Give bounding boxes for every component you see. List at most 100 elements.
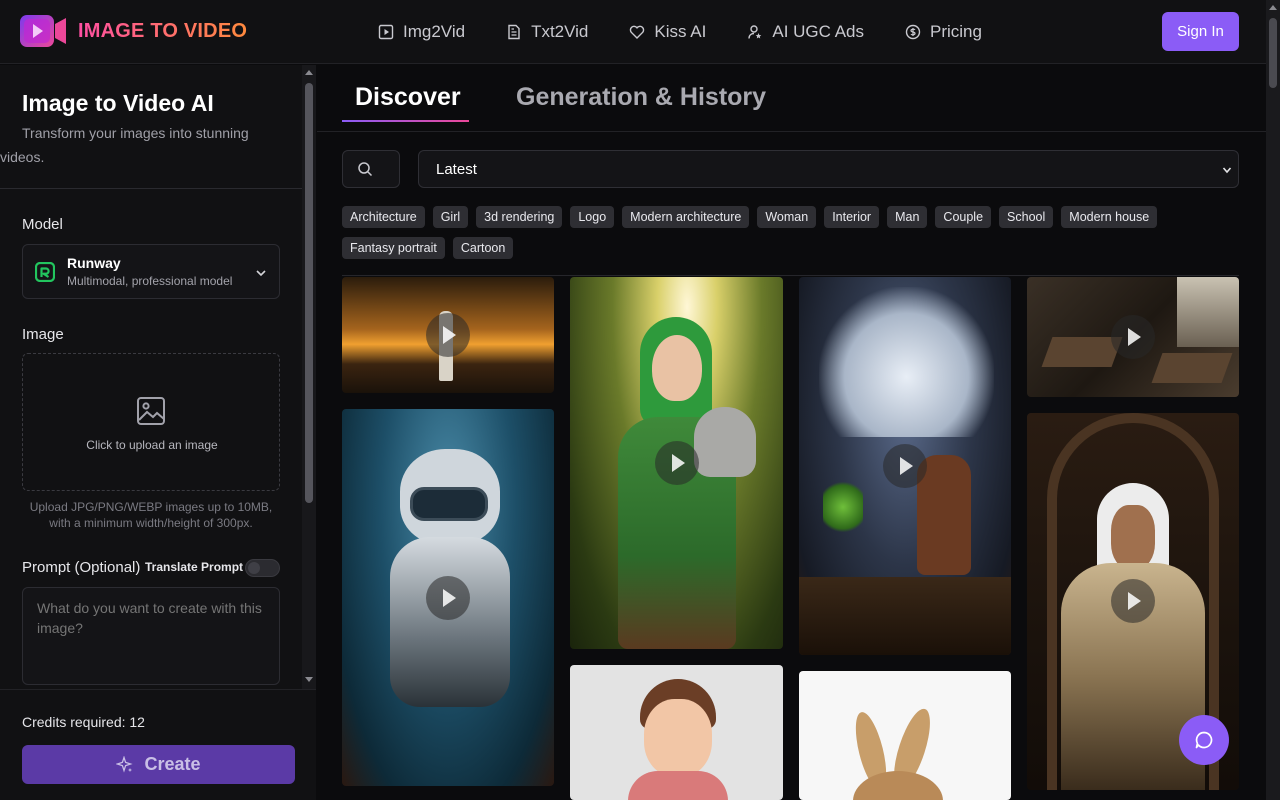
model-name: Runway — [67, 255, 121, 271]
nav-txt2vid[interactable]: Txt2Vid — [506, 20, 588, 44]
video-card-old-classroom[interactable] — [1027, 277, 1239, 397]
play-icon[interactable] — [883, 444, 927, 488]
credits-required: Credits required: 12 — [22, 714, 145, 730]
tag-chip[interactable]: Cartoon — [452, 237, 514, 259]
shoulder-armor-shape — [694, 407, 756, 477]
chat-bubble-icon — [1195, 731, 1213, 749]
divider — [0, 188, 302, 189]
play-icon[interactable] — [655, 441, 699, 485]
scroll-up-arrow-icon[interactable] — [1269, 5, 1277, 10]
scrollbar-thumb[interactable] — [1269, 18, 1277, 88]
face-shape — [1111, 505, 1155, 569]
tag-chip[interactable]: Modern house — [1061, 206, 1158, 228]
search-icon — [358, 162, 373, 177]
chevron-down-icon — [1222, 167, 1232, 174]
sign-in-button[interactable]: Sign In — [1162, 12, 1239, 51]
shirt-shape — [628, 771, 728, 800]
prompt-label: Prompt (Optional) — [22, 559, 141, 576]
tab-discover[interactable]: Discover — [342, 83, 469, 122]
desk-shape — [1151, 353, 1233, 383]
tag-chip[interactable]: Modern architecture — [622, 206, 750, 228]
brand-name: IMAGE TO VIDEO — [78, 19, 248, 42]
play-icon[interactable] — [1111, 579, 1155, 623]
sidebar-title: Image to Video AI — [22, 90, 214, 116]
scroll-up-arrow-icon[interactable] — [305, 70, 313, 75]
tag-chip[interactable]: Architecture — [342, 206, 425, 228]
video-card-diver-cat[interactable] — [342, 409, 554, 786]
tag-chip[interactable]: Man — [887, 206, 928, 228]
prompt-textarea[interactable] — [22, 587, 280, 685]
nav-ai-ugc-ads[interactable]: AI UGC Ads — [747, 20, 864, 44]
upload-hint: Upload JPG/PNG/WEBP images up to 10MB, w… — [29, 500, 273, 530]
video-card-rabbit[interactable] — [799, 671, 1011, 800]
nav-pricing[interactable]: Pricing — [905, 20, 982, 44]
model-label: Model — [22, 216, 63, 233]
tag-filter-list: Architecture Girl 3d rendering Logo Mode… — [342, 206, 1242, 259]
video-card-eagle-farmer[interactable] — [799, 277, 1011, 655]
soil-shape — [799, 577, 1011, 655]
video-card-elf-warrior[interactable] — [570, 277, 783, 649]
tag-chip[interactable]: Couple — [935, 206, 992, 228]
sort-select[interactable]: Latest — [418, 150, 1239, 188]
document-icon — [508, 24, 520, 40]
runway-logo-icon — [35, 262, 55, 282]
scroll-down-arrow-icon[interactable] — [305, 677, 313, 682]
tag-chip[interactable]: Girl — [432, 206, 469, 228]
create-footer: Credits required: 12 Create — [0, 689, 316, 800]
diver-body-shape — [390, 537, 510, 707]
main-nav: Img2Vid Txt2Vid Kiss AI AI UGC Ads Prici… — [378, 20, 1023, 44]
play-square-icon — [378, 24, 394, 40]
window-shape — [1177, 277, 1239, 347]
nav-kiss-ai[interactable]: Kiss AI — [629, 20, 706, 44]
image-icon — [137, 397, 165, 425]
tag-chip[interactable]: 3d rendering — [476, 206, 563, 228]
model-description: Multimodal, professional model — [67, 274, 233, 288]
tag-chip[interactable]: School — [999, 206, 1054, 228]
image-label: Image — [22, 326, 64, 343]
image-upload-dropzone[interactable]: Click to upload an image — [22, 353, 280, 491]
brand-logo[interactable]: IMAGE TO VIDEO — [18, 12, 247, 50]
nav-label: Pricing — [930, 22, 982, 41]
video-card-desert-sunset[interactable] — [342, 277, 554, 393]
tag-chip[interactable]: Fantasy portrait — [342, 237, 445, 259]
wings-shape — [819, 287, 994, 437]
tag-chip[interactable]: Woman — [757, 206, 817, 228]
nav-label: Kiss AI — [654, 22, 707, 41]
sort-value: Latest — [436, 161, 477, 178]
sidebar-subtitle: Transform your images into stunning vide… — [0, 125, 249, 165]
play-icon[interactable] — [426, 313, 470, 357]
tab-bar: Discover Generation & History — [317, 65, 1266, 132]
dollar-circle-icon — [905, 24, 921, 40]
goggles-shape — [410, 487, 488, 521]
chevron-down-icon — [256, 270, 266, 277]
desk-shape — [1041, 337, 1123, 367]
nav-label: Txt2Vid — [531, 22, 589, 41]
sidebar-scrollbar[interactable] — [302, 65, 316, 689]
generator-sidebar: Image to Video AI Transform your images … — [0, 65, 316, 800]
play-icon[interactable] — [426, 576, 470, 620]
video-card-cartoon-boy[interactable] — [570, 665, 783, 800]
create-label: Create — [144, 754, 201, 774]
play-icon[interactable] — [1111, 315, 1155, 359]
page-scrollbar[interactable] — [1266, 0, 1280, 800]
user-star-icon — [748, 25, 762, 39]
create-button[interactable]: Create — [22, 745, 295, 784]
tag-chip[interactable]: Interior — [824, 206, 880, 228]
toggle-knob — [248, 562, 260, 574]
nav-img2vid[interactable]: Img2Vid — [378, 20, 465, 44]
nav-label: AI UGC Ads — [772, 22, 864, 41]
sparkle-icon — [116, 755, 134, 773]
translate-prompt-toggle[interactable] — [245, 559, 280, 577]
tree-shape — [823, 477, 863, 537]
upload-text: Click to upload an image — [86, 438, 218, 452]
nav-label: Img2Vid — [403, 22, 466, 41]
face-shape — [644, 699, 712, 777]
search-button[interactable] — [342, 150, 400, 188]
chat-support-button[interactable] — [1179, 715, 1229, 765]
heart-icon — [630, 25, 645, 39]
tab-generation-history[interactable]: Generation & History — [516, 83, 766, 112]
translate-prompt-label: Translate Prompt — [145, 560, 244, 574]
scrollbar-thumb[interactable] — [305, 83, 313, 503]
tag-chip[interactable]: Logo — [570, 206, 615, 228]
model-select[interactable]: Runway Multimodal, professional model — [22, 244, 280, 299]
